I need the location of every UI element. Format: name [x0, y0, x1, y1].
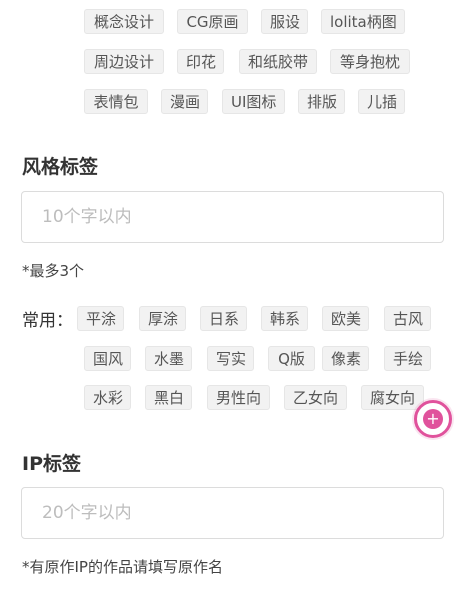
ip-tag-input[interactable]: [21, 487, 444, 539]
ip-tag-hint: *有原作IP的作品请填写原作名: [22, 558, 223, 576]
common-tags-label: 常用：: [22, 311, 73, 331]
category-tag-chip[interactable]: 漫画: [161, 89, 208, 114]
common-tag-chip[interactable]: 黑白: [145, 385, 192, 410]
category-tag-chip[interactable]: 和纸胶带: [239, 49, 317, 74]
common-tag-chip[interactable]: 国风: [84, 346, 131, 371]
tag-form-page: 概念设计 CG原画 服设 lolita柄图 周边设计 印花 和纸胶带 等身抱枕 …: [0, 0, 454, 599]
style-tags-title: 风格标签: [22, 156, 99, 178]
common-tag-chip[interactable]: 手绘: [384, 346, 431, 371]
category-tag-chip[interactable]: UI图标: [222, 89, 285, 114]
ip-tags-title: IP标签: [22, 453, 81, 475]
style-tag-input[interactable]: [21, 191, 444, 243]
common-tag-chip[interactable]: 水彩: [84, 385, 131, 410]
common-tag-chip[interactable]: 平涂: [77, 306, 124, 331]
common-tag-chip[interactable]: Q版: [268, 346, 315, 371]
common-tag-chip[interactable]: 古风: [384, 306, 431, 331]
category-tag-chip[interactable]: 概念设计: [84, 9, 164, 34]
common-tag-chip[interactable]: 像素: [322, 346, 369, 371]
category-tag-chip[interactable]: 表情包: [84, 89, 148, 114]
common-tag-chip[interactable]: 日系: [200, 306, 247, 331]
style-tag-limit-hint: *最多3个: [22, 262, 85, 280]
category-tag-chip[interactable]: CG原画: [177, 9, 248, 34]
common-tag-chip[interactable]: 水墨: [145, 346, 192, 371]
common-tag-chip[interactable]: 男性向: [207, 385, 270, 410]
category-tag-chip[interactable]: 服设: [261, 9, 308, 34]
common-tag-chip[interactable]: 腐女向: [361, 385, 424, 410]
category-tag-chip[interactable]: 印花: [177, 49, 224, 74]
category-tag-chip[interactable]: 周边设计: [84, 49, 164, 74]
plus-icon: +: [423, 409, 443, 429]
common-tag-chip[interactable]: 欧美: [322, 306, 369, 331]
common-tag-chip[interactable]: 写实: [207, 346, 254, 371]
category-tag-chip[interactable]: 等身抱枕: [330, 49, 410, 74]
common-tag-chip[interactable]: 厚涂: [139, 306, 186, 331]
common-tag-chip[interactable]: 乙女向: [284, 385, 347, 410]
add-tag-button[interactable]: +: [414, 400, 452, 438]
category-tag-chip[interactable]: lolita柄图: [321, 9, 405, 34]
common-tag-chip[interactable]: 韩系: [261, 306, 308, 331]
category-tag-chip[interactable]: 儿插: [358, 89, 405, 114]
category-tag-chip[interactable]: 排版: [298, 89, 345, 114]
